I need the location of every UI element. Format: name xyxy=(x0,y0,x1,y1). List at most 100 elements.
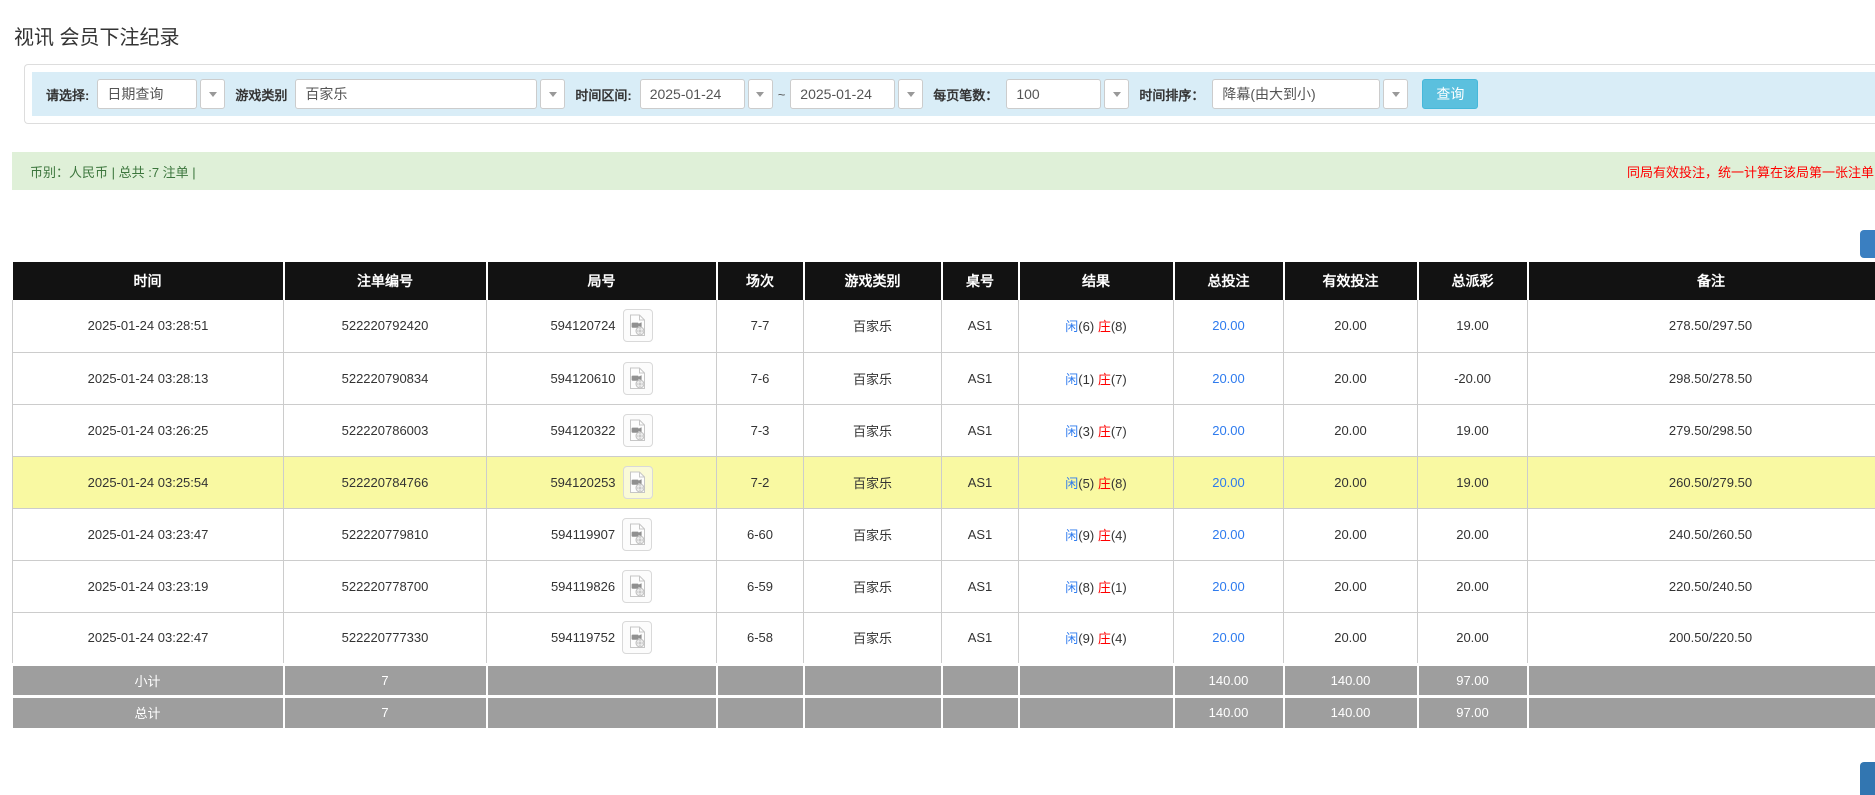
grand-total-row-cell-7 xyxy=(1018,694,1175,728)
bet-record-row[interactable]: 2025-01-24 03:26:25 522220786003 594120322… xyxy=(12,404,1875,457)
page: 视讯 会员下注纪录 请选择: 日期查询 游戏类别 百家乐 时间区间: 2025-… xyxy=(0,0,1875,795)
chevron-down-icon[interactable] xyxy=(747,79,773,109)
date-to-select[interactable]: 2025-01-24 xyxy=(790,79,896,109)
total-bet-link[interactable]: 20.00 xyxy=(1212,630,1245,645)
query-button[interactable]: 查询 xyxy=(1422,79,1479,109)
banker-result: 庄 xyxy=(1097,579,1111,595)
query-type-select[interactable]: 日期查询 xyxy=(97,79,198,109)
video-replay-icon[interactable] xyxy=(622,361,653,395)
subtotal-row-cell-11 xyxy=(1527,662,1875,696)
cell-time: 2025-01-24 03:28:51 xyxy=(12,300,284,353)
column-header-8: 总投注 xyxy=(1173,262,1285,300)
cell-payout: 20.00 xyxy=(1417,612,1528,665)
cell-note: 260.50/279.50 xyxy=(1527,456,1875,509)
total-bet-link[interactable]: 20.00 xyxy=(1212,371,1245,386)
subtotal-row-cell-9: 140.00 xyxy=(1283,662,1419,696)
floating-widget-button[interactable] xyxy=(1860,230,1875,258)
banker-count: (4) xyxy=(1110,631,1127,646)
video-replay-icon[interactable] xyxy=(622,309,653,343)
cell-game: 百家乐 xyxy=(803,456,942,509)
cell-game: 百家乐 xyxy=(803,300,942,353)
cell-total-bet: 20.00 xyxy=(1173,612,1284,665)
cell-session: 6-60 xyxy=(716,508,804,561)
cell-round: 594120253 xyxy=(486,456,717,509)
cell-table: AS1 xyxy=(941,352,1019,405)
video-file-glyph xyxy=(630,367,646,389)
cell-table: AS1 xyxy=(941,612,1019,665)
banker-count: (7) xyxy=(1110,423,1127,439)
cell-bet-id: 522220792420 xyxy=(283,300,487,353)
caret-icon xyxy=(1391,91,1400,97)
cell-valid-bet: 20.00 xyxy=(1283,560,1418,613)
cell-round: 594119752 xyxy=(486,612,717,665)
caret-icon xyxy=(208,91,217,97)
cell-bet-id: 522220786003 xyxy=(283,404,487,457)
total-bet-link[interactable]: 20.00 xyxy=(1212,579,1245,594)
bet-record-row[interactable]: 2025-01-24 03:22:47 522220777330 594119752… xyxy=(12,612,1875,665)
video-replay-icon[interactable] xyxy=(622,413,653,447)
banker-result: 庄 xyxy=(1097,527,1111,543)
player-result: 闲 xyxy=(1065,579,1079,595)
cell-table: AS1 xyxy=(941,300,1019,353)
bet-record-row[interactable]: 2025-01-24 03:28:51 522220792420 594120724… xyxy=(12,300,1875,353)
cell-note: 240.50/260.50 xyxy=(1527,508,1875,561)
grand-total-row-cell-3 xyxy=(486,694,718,728)
per-page-select[interactable]: 100 xyxy=(1006,79,1102,109)
cell-bet-id: 522220784766 xyxy=(283,456,487,509)
chevron-down-icon[interactable] xyxy=(1104,79,1130,109)
video-replay-icon[interactable] xyxy=(622,517,653,551)
cell-game: 百家乐 xyxy=(803,352,942,405)
cell-session: 7-6 xyxy=(716,352,804,405)
cell-note: 298.50/278.50 xyxy=(1527,352,1875,405)
chevron-down-icon[interactable] xyxy=(540,79,566,109)
chevron-down-icon[interactable] xyxy=(200,79,226,109)
round-number: 594120724 xyxy=(550,318,616,334)
summary-currency-count: 币别：人民币 | 总共 :7 注单 | xyxy=(30,164,196,180)
cell-total-bet: 20.00 xyxy=(1173,300,1284,353)
video-replay-icon[interactable] xyxy=(622,621,653,654)
subtotal-row-cell-1: 小计 xyxy=(12,662,285,696)
date-from-select[interactable]: 2025-01-24 xyxy=(639,79,745,109)
column-header-3: 局号 xyxy=(486,262,718,300)
bet-record-row[interactable]: 2025-01-24 03:23:19 522220778700 594119826… xyxy=(12,560,1875,613)
round-number: 594119826 xyxy=(550,578,616,594)
video-replay-icon[interactable] xyxy=(622,465,653,499)
subtotal-row-cell-10: 97.00 xyxy=(1417,662,1529,696)
cell-bet-id: 522220790834 xyxy=(283,352,487,405)
column-header-1: 时间 xyxy=(12,262,285,300)
grand-total-row-cell-5 xyxy=(803,694,943,728)
player-count: (9) xyxy=(1078,527,1095,543)
banker-result: 庄 xyxy=(1097,631,1111,646)
game-type-value: 百家乐 xyxy=(305,86,348,102)
game-type-select[interactable]: 百家乐 xyxy=(295,79,538,109)
chevron-down-icon[interactable] xyxy=(898,79,924,109)
subtotal-row-cell-8: 140.00 xyxy=(1173,662,1285,696)
banker-result: 庄 xyxy=(1097,371,1111,387)
bet-record-row[interactable]: 2025-01-24 03:28:13 522220790834 594120610… xyxy=(12,352,1875,405)
total-bet-link[interactable]: 20.00 xyxy=(1212,527,1245,542)
date-from-value: 2025-01-24 xyxy=(649,86,722,102)
bet-record-row[interactable]: 2025-01-24 03:23:47 522220779810 594119907… xyxy=(12,508,1875,561)
time-sort-select[interactable]: 降幕(由大到小) xyxy=(1212,79,1381,109)
cell-valid-bet: 20.00 xyxy=(1283,404,1418,457)
total-bet-link[interactable]: 20.00 xyxy=(1212,423,1245,438)
cell-table: AS1 xyxy=(941,508,1019,561)
grand-total-row-cell-9: 140.00 xyxy=(1283,694,1419,728)
caret-icon xyxy=(1112,91,1121,97)
floating-widget-button[interactable] xyxy=(1860,762,1875,795)
column-header-5: 游戏类别 xyxy=(803,262,943,300)
cell-session: 7-2 xyxy=(716,456,804,509)
cell-valid-bet: 20.00 xyxy=(1283,300,1418,353)
cell-game: 百家乐 xyxy=(803,612,942,665)
video-file-glyph xyxy=(629,523,645,545)
total-bet-link[interactable]: 20.00 xyxy=(1212,475,1245,490)
cell-result: 闲(9) 庄(4) xyxy=(1018,508,1174,561)
bet-record-row[interactable]: 2025-01-24 03:25:54 522220784766 594120253… xyxy=(12,456,1875,509)
filter-bar: 请选择: 日期查询 游戏类别 百家乐 时间区间: 2025-01-24 ~ 20… xyxy=(32,72,1875,116)
video-replay-icon[interactable] xyxy=(622,569,653,603)
chevron-down-icon[interactable] xyxy=(1383,79,1409,109)
total-bet-link[interactable]: 20.00 xyxy=(1212,318,1245,333)
cell-table: AS1 xyxy=(941,456,1019,509)
time-range-label: 时间区间: xyxy=(575,87,632,103)
cell-bet-id: 522220778700 xyxy=(283,560,487,613)
